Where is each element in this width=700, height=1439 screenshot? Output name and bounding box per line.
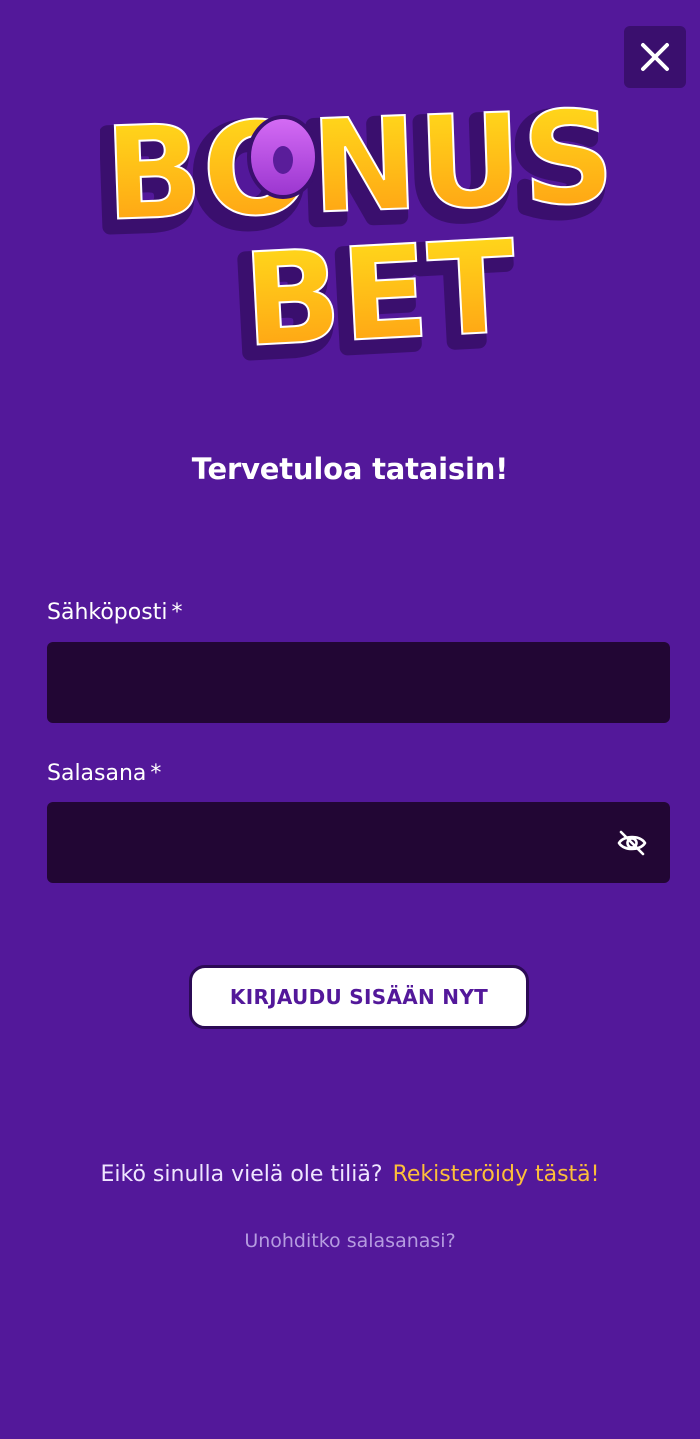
email-label: Sähköposti *: [47, 600, 182, 625]
email-required-mark: *: [171, 600, 183, 625]
email-field-container: [47, 642, 670, 723]
password-field-container: [47, 802, 670, 883]
welcome-title: Tervetuloa tataisin!: [191, 452, 509, 486]
password-field[interactable]: [47, 802, 670, 883]
logo-line2: BET: [240, 213, 520, 370]
password-required-mark: *: [150, 761, 162, 786]
close-button[interactable]: [624, 26, 686, 88]
password-visibility-toggle[interactable]: [616, 827, 648, 859]
register-link[interactable]: Rekisteröidy tästä!: [393, 1162, 600, 1187]
login-button[interactable]: KIRJAUDU SISÄÄN NYT: [189, 965, 529, 1029]
forgot-password-link[interactable]: Unohditko salasanasi?: [0, 1230, 700, 1252]
password-label: Salasana *: [47, 761, 161, 786]
register-prompt: Eikö sinulla vielä ole tiliä?: [100, 1162, 383, 1187]
bonus-bet-logo: BONUS BONUS BET BET: [87, 80, 620, 392]
eye-slash-icon: [617, 830, 647, 856]
register-line: Eikö sinulla vielä ole tiliä? Rekisteröid…: [0, 1162, 700, 1187]
logo-o-ring: [247, 115, 319, 199]
email-label-text: Sähköposti: [47, 600, 168, 625]
password-label-text: Salasana: [47, 761, 147, 786]
close-icon: [641, 43, 669, 71]
email-field[interactable]: [47, 642, 670, 723]
